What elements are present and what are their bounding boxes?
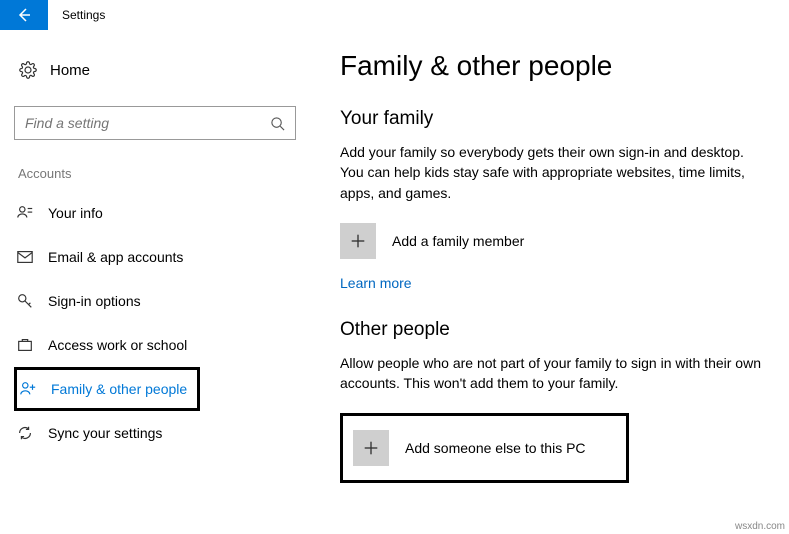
arrow-left-icon bbox=[16, 7, 32, 23]
page-title: Family & other people bbox=[340, 50, 773, 82]
sidebar-item-your-info[interactable]: Your info bbox=[14, 191, 310, 235]
mail-icon bbox=[14, 248, 48, 266]
sidebar-item-label: Email & app accounts bbox=[48, 249, 183, 265]
key-icon bbox=[14, 292, 48, 310]
watermark: wsxdn.com bbox=[735, 521, 785, 532]
home-label: Home bbox=[42, 62, 90, 79]
search-input[interactable] bbox=[14, 106, 296, 140]
sidebar-item-family[interactable]: Family & other people bbox=[14, 367, 200, 411]
home-nav[interactable]: Home bbox=[14, 50, 310, 90]
add-other-label: Add someone else to this PC bbox=[405, 440, 586, 456]
other-people-heading: Other people bbox=[340, 319, 773, 341]
sidebar-item-signin[interactable]: Sign-in options bbox=[14, 279, 310, 323]
plus-icon bbox=[340, 223, 376, 259]
add-family-label: Add a family member bbox=[392, 233, 524, 249]
add-other-user-button[interactable]: Add someone else to this PC bbox=[340, 413, 629, 483]
gear-icon bbox=[14, 61, 42, 79]
search-field[interactable] bbox=[25, 115, 270, 131]
plus-icon bbox=[353, 430, 389, 466]
sync-icon bbox=[14, 424, 48, 442]
back-button[interactable] bbox=[0, 0, 48, 30]
sidebar-item-label: Sync your settings bbox=[48, 425, 162, 441]
person-card-icon bbox=[14, 204, 48, 222]
sidebar-group: Accounts bbox=[18, 166, 310, 181]
people-plus-icon bbox=[17, 380, 51, 398]
search-icon bbox=[270, 116, 285, 131]
window-title: Settings bbox=[48, 8, 105, 22]
sidebar-item-sync[interactable]: Sync your settings bbox=[14, 411, 310, 455]
add-family-member-button[interactable]: Add a family member bbox=[340, 223, 773, 259]
sidebar-item-label: Your info bbox=[48, 205, 103, 221]
family-heading: Your family bbox=[340, 108, 773, 130]
family-description: Add your family so everybody gets their … bbox=[340, 142, 770, 203]
sidebar-item-label: Access work or school bbox=[48, 337, 187, 353]
titlebar: Settings bbox=[0, 0, 789, 30]
sidebar: Home Accounts Your info Email & app acco… bbox=[0, 50, 310, 483]
other-people-description: Allow people who are not part of your fa… bbox=[340, 353, 770, 394]
sidebar-item-email[interactable]: Email & app accounts bbox=[14, 235, 310, 279]
briefcase-icon bbox=[14, 336, 48, 354]
sidebar-item-label: Family & other people bbox=[51, 381, 187, 397]
content-pane: Family & other people Your family Add yo… bbox=[310, 50, 789, 483]
sidebar-item-label: Sign-in options bbox=[48, 293, 141, 309]
sidebar-item-work[interactable]: Access work or school bbox=[14, 323, 310, 367]
learn-more-link[interactable]: Learn more bbox=[340, 275, 412, 291]
